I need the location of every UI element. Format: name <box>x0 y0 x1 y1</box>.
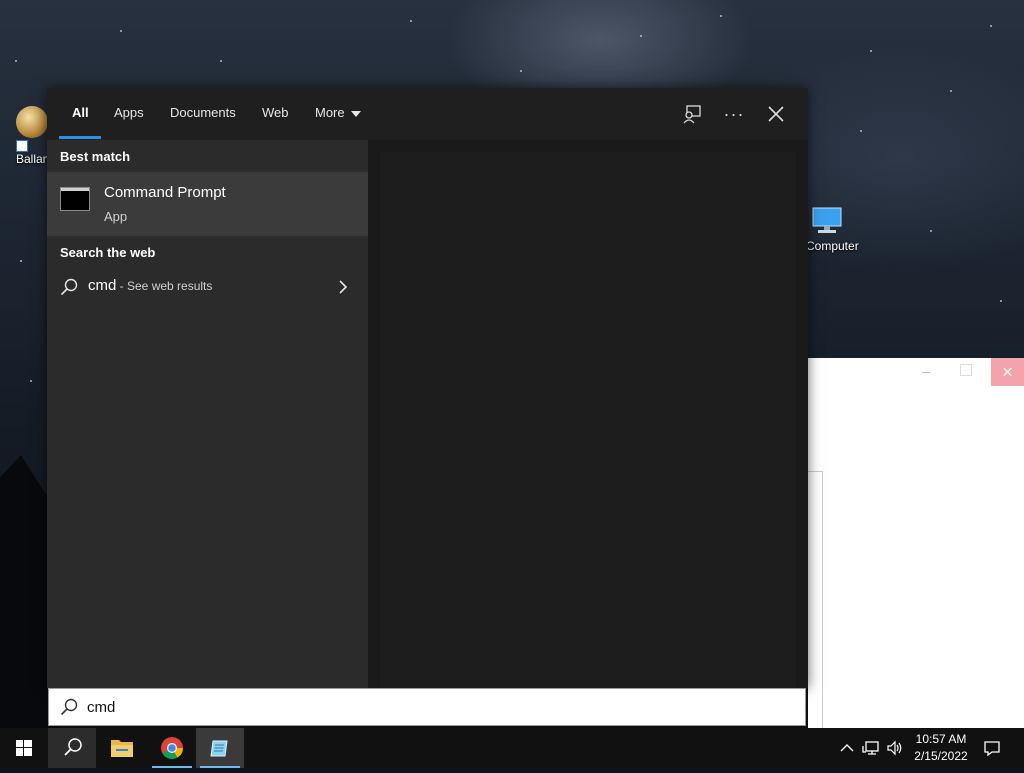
maximize-button[interactable] <box>960 364 972 376</box>
caret-down-icon <box>350 110 361 117</box>
minimize-button[interactable]: – <box>916 362 936 382</box>
start-button[interactable] <box>0 728 48 768</box>
results-list: Best match Command Prompt App Search the… <box>47 140 368 688</box>
start-search-panel: All Apps Documents Web More ··· Best mat… <box>47 88 808 688</box>
search-tab-bar: All Apps Documents Web More ··· <box>47 88 808 140</box>
taskbar-search-button[interactable] <box>48 728 96 768</box>
result-title: Command Prompt <box>104 184 226 201</box>
folder-icon <box>111 740 133 757</box>
window-close-button[interactable]: ✕ <box>991 358 1024 386</box>
best-match-heading: Best match <box>60 149 131 164</box>
taskbar: 10:57 AM 2/15/2022 <box>0 728 1024 768</box>
preview-pane <box>368 140 808 688</box>
search-icon <box>60 278 78 296</box>
more-options-button[interactable]: ··· <box>719 100 749 128</box>
tab-label: Apps <box>114 105 144 120</box>
notepad-icon <box>210 740 228 757</box>
command-prompt-icon <box>60 187 90 211</box>
web-query-text: cmd - See web results <box>88 277 212 294</box>
taskbar-search-box[interactable] <box>48 688 806 726</box>
preview-content <box>380 152 796 688</box>
network-icon[interactable] <box>862 739 880 757</box>
ballance-app-icon <box>16 106 48 138</box>
chrome-icon <box>161 737 183 759</box>
search-web-heading: Search the web <box>60 245 156 260</box>
tab-more-dropdown[interactable]: More <box>315 88 361 140</box>
notepad-app-button[interactable] <box>196 728 244 768</box>
tab-label: More <box>315 105 345 120</box>
tab-label: Documents <box>170 105 236 120</box>
close-icon <box>768 106 784 122</box>
notification-icon[interactable] <box>983 739 1001 757</box>
shortcut-arrow-icon <box>16 140 28 152</box>
search-icon <box>60 698 78 716</box>
web-results-hint: - See web results <box>116 279 213 293</box>
computer-icon <box>812 207 842 233</box>
search-icon <box>64 738 82 756</box>
chrome-button[interactable] <box>148 728 196 768</box>
web-query: cmd <box>88 277 117 294</box>
tab-label: All <box>72 105 89 120</box>
window-content-frame <box>808 471 823 728</box>
taskbar-clock[interactable]: 10:57 AM 2/15/2022 <box>910 731 972 765</box>
clock-time: 10:57 AM <box>915 732 967 746</box>
clock-date: 2/15/2022 <box>914 749 968 763</box>
volume-icon[interactable] <box>886 739 904 757</box>
close-search-button[interactable] <box>761 100 791 128</box>
tab-web[interactable]: Web <box>262 88 289 140</box>
best-match-result-command-prompt[interactable]: Command Prompt App <box>47 172 368 236</box>
tab-all[interactable]: All <box>72 88 89 140</box>
web-search-result[interactable]: cmd - See web results <box>47 268 368 308</box>
tab-documents[interactable]: Documents <box>170 88 236 140</box>
desktop-icon-computer[interactable]: Computer <box>806 206 876 253</box>
feedback-icon <box>683 105 701 124</box>
background-window[interactable]: – ✕ <box>808 358 1024 728</box>
feedback-button[interactable] <box>677 100 707 128</box>
chevron-up-icon[interactable] <box>838 739 856 757</box>
desktop-icon-label: Computer <box>806 239 859 253</box>
tab-label: Web <box>262 105 289 120</box>
result-type: App <box>104 209 128 224</box>
file-explorer-button[interactable] <box>98 728 146 768</box>
tab-apps[interactable]: Apps <box>114 88 144 140</box>
ellipsis-icon: ··· <box>723 104 745 124</box>
chevron-right-icon[interactable] <box>337 278 349 296</box>
windows-logo-icon <box>16 740 32 756</box>
active-tab-indicator <box>59 136 101 139</box>
search-input[interactable] <box>87 695 787 719</box>
